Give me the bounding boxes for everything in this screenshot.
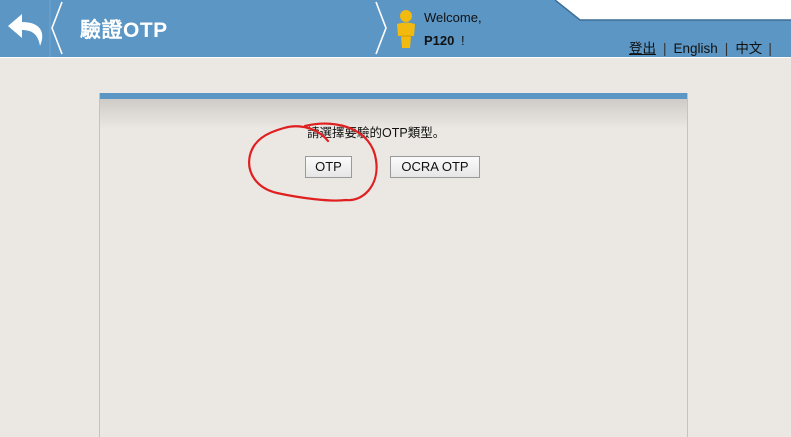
link-separator: | [724,41,729,56]
link-separator: | [768,41,772,56]
otp-type-prompt: 請選擇要驗的OTP類型。 [307,126,446,140]
header: 驗證OTP Welcome, P120 ! 登出 | English | 中文 | [0,0,791,58]
username: P120 [424,33,455,48]
content-panel [99,93,688,437]
top-links: 登出 | English | 中文 | [629,37,772,57]
welcome-text: Welcome, [424,10,482,25]
logout-link[interactable]: 登出 [629,41,656,56]
page: 驗證OTP Welcome, P120 ! 登出 | English | 中文 | 請選擇… [0,0,791,437]
ocra-otp-button[interactable]: OCRA OTP [390,156,480,178]
link-separator: | [663,41,667,56]
page-title: 驗證OTP [80,19,168,42]
back-button[interactable] [4,8,50,52]
back-arrow-icon [8,14,43,46]
english-link[interactable]: English [674,41,718,56]
username-suffix: ! [461,33,465,48]
chinese-link[interactable]: 中文 [735,41,762,56]
otp-button[interactable]: OTP [305,156,352,178]
user-figure-icon [397,10,415,48]
